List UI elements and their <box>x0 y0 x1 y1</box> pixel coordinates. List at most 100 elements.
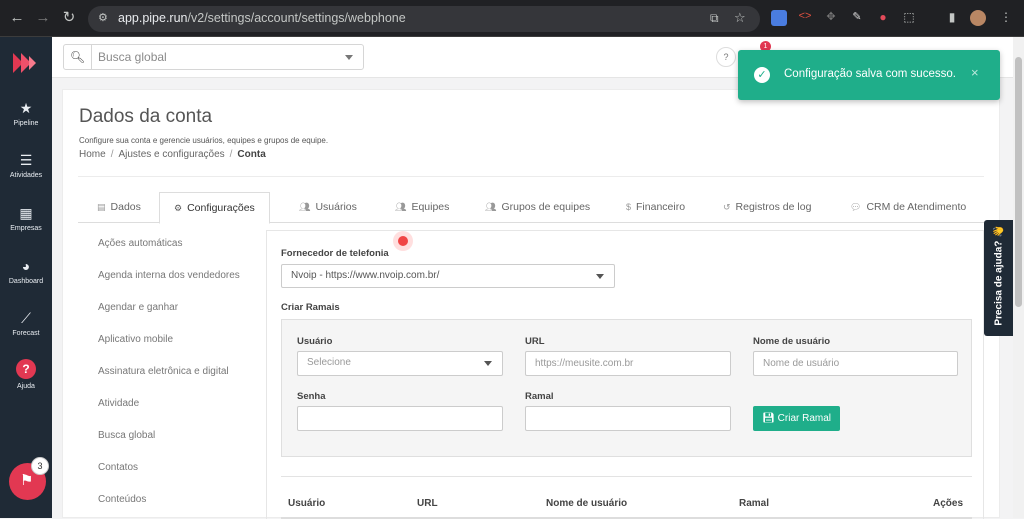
reload-icon[interactable]: ↻ <box>60 9 78 27</box>
sidebar-item-ajuda[interactable]: ? Ajuda <box>0 359 52 390</box>
sidebar-item-dashboard[interactable]: ◕ Dashboard <box>0 258 52 285</box>
menu-item[interactable]: Busca global <box>98 430 155 441</box>
help-widget-tab[interactable]: Precisa de ajuda? 👋 <box>984 220 1013 336</box>
gauge-icon: ◕ <box>21 258 31 274</box>
menu-item[interactable]: Aplicativo mobile <box>98 334 173 345</box>
scrollbar-thumb[interactable] <box>1015 57 1022 307</box>
global-search[interactable]: 🔍︎ Busca global <box>63 44 364 70</box>
create-extension-form: Usuário Selecione URL https://meusite.co… <box>281 319 972 457</box>
sidebar-item-atividades[interactable]: ☰ Atividades <box>0 152 52 179</box>
search-placeholder: Busca global <box>98 50 167 64</box>
username-input[interactable]: Nome de usuário <box>753 351 958 376</box>
site-settings-icon[interactable]: ⚙ <box>98 11 108 24</box>
code-extension-icon[interactable]: <> <box>797 10 813 26</box>
tab-dados[interactable]: ▤ Dados <box>97 192 141 223</box>
notification-extension-icon[interactable]: ● <box>875 10 891 26</box>
url-path: /v2/settings/account/settings/webphone <box>187 11 406 25</box>
address-bar[interactable]: ⚙ app.pipe.run/v2/settings/account/setti… <box>88 6 760 32</box>
chevron-down-icon <box>484 361 492 366</box>
sidebar-item-label: Empresas <box>10 225 42 232</box>
back-icon[interactable]: ← <box>8 9 26 27</box>
breadcrumb-current: Conta <box>237 149 266 160</box>
browser-toolbar: ← → ↻ ⚙ app.pipe.run/v2/settings/account… <box>0 0 1024 37</box>
create-extension-button[interactable]: 💾︎ Criar Ramal <box>753 406 840 431</box>
menu-kebab-icon[interactable]: ⋮ <box>998 10 1014 26</box>
sidebar-item-pipeline[interactable]: ★ Pipeline <box>0 100 52 127</box>
url-placeholder: https://meusite.com.br <box>535 358 634 369</box>
eyedropper-extension-icon[interactable]: ✎ <box>849 10 865 26</box>
tab-registros-de-log[interactable]: ↺ Registros de log <box>723 192 811 223</box>
sidebar-item-forecast[interactable]: ⟋ Forecast <box>0 310 52 337</box>
url-input[interactable]: https://meusite.com.br <box>525 351 731 376</box>
provider-select[interactable]: Nvoip - https://www.nvoip.com.br/ <box>281 264 615 288</box>
breadcrumb-settings[interactable]: Ajustes e configurações <box>118 149 224 160</box>
building-icon: ▦ <box>19 205 33 221</box>
pipe-assistant-button[interactable]: ⚑ 3 <box>9 457 49 500</box>
ramal-input[interactable] <box>525 406 731 431</box>
install-icon[interactable]: ⧉ <box>710 11 719 26</box>
col-ramal: Ramal <box>739 498 770 509</box>
recording-indicator <box>393 231 413 251</box>
ruler-extension-icon[interactable]: ✥ <box>823 10 839 26</box>
page-scrollbar[interactable] <box>1013 37 1024 518</box>
tab-financeiro[interactable]: $ Financeiro <box>626 192 685 223</box>
usuario-select[interactable]: Selecione <box>297 351 503 376</box>
extensions-icon[interactable]: ⬚ <box>901 10 917 26</box>
chevron-down-icon <box>345 55 353 60</box>
menu-item[interactable]: Contatos <box>98 462 138 473</box>
ramal-label: Ramal <box>525 391 554 402</box>
tab-equipes[interactable]: 👥︎ Equipes <box>395 192 449 223</box>
sidebar-item-label: Pipeline <box>13 120 39 127</box>
users-icon: 👥︎ <box>299 202 311 212</box>
team-icon: 👥︎ <box>395 202 407 212</box>
tab-usuarios[interactable]: 👥︎ Usuários <box>299 192 357 223</box>
breadcrumb: Home / Ajustes e configurações / Conta <box>79 149 266 160</box>
list-icon: ☰ <box>19 152 33 168</box>
senha-label: Senha <box>297 391 326 402</box>
page-subtitle: Configure sua conta e gerencie usuários,… <box>79 136 329 145</box>
tab-label: Dados <box>110 201 141 213</box>
provider-label: Fornecedor de telefonia <box>281 248 389 259</box>
tab-label: Configurações <box>187 202 255 214</box>
pipe-logo[interactable] <box>11 51 41 75</box>
forward-icon[interactable]: → <box>34 9 52 27</box>
search-icon: 🔍︎ <box>64 45 92 69</box>
provider-value: Nvoip - https://www.nvoip.com.br/ <box>291 270 440 281</box>
menu-item[interactable]: Conteúdos <box>98 494 146 505</box>
tab-grupos-de-equipes[interactable]: 👥︎ Grupos de equipes <box>485 192 590 223</box>
tab-label: Grupos de equipes <box>501 201 591 213</box>
usuario-label: Usuário <box>297 336 333 347</box>
tab-crm-de-atendimento[interactable]: 💬︎ CRM de Atendimento <box>850 192 966 223</box>
check-circle-icon: ✓ <box>754 67 770 83</box>
profile-avatar[interactable] <box>970 10 986 26</box>
page-title: Dados da conta <box>79 106 213 127</box>
cogs-icon: ⚙ <box>174 203 183 213</box>
chart-line-icon: ⟋ <box>21 310 31 326</box>
chevron-down-icon <box>596 274 604 279</box>
menu-item[interactable]: Ações automáticas <box>98 238 183 249</box>
menu-item[interactable]: Agenda interna dos vendedores <box>98 270 240 281</box>
sidebar-item-empresas[interactable]: ▦ Empresas <box>0 205 52 232</box>
menu-item[interactable]: Atividade <box>98 398 139 409</box>
url-host: app.pipe.run <box>118 11 188 25</box>
close-icon[interactable]: × <box>971 65 979 80</box>
side-panel-icon[interactable]: ▮ <box>944 10 960 26</box>
help-widget-label: Precisa de ajuda? 👋 <box>993 225 1005 326</box>
save-icon: 💾︎ <box>761 413 775 424</box>
webphone-panel: Fornecedor de telefonia Nvoip - https://… <box>266 230 984 519</box>
menu-item[interactable]: Assinatura eletrônica e digital <box>98 366 229 377</box>
menu-item[interactable]: Agendar e ganhar <box>98 302 178 313</box>
url-label: URL <box>525 336 545 347</box>
col-usuario: Usuário <box>288 498 326 509</box>
history-icon: ↺ <box>723 202 731 212</box>
usuario-placeholder: Selecione <box>307 357 351 368</box>
tab-configuracoes[interactable]: ⚙ Configurações <box>159 192 270 224</box>
settings-tabs: ▤ Dados ⚙ Configurações 👥︎ Usuários 👥︎ Equip… <box>78 192 984 224</box>
translate-extension-icon[interactable] <box>771 10 787 26</box>
help-button[interactable]: ? <box>716 47 736 67</box>
bookmark-star-icon[interactable]: ☆ <box>734 10 746 26</box>
breadcrumb-home[interactable]: Home <box>79 149 106 160</box>
username-placeholder: Nome de usuário <box>763 358 840 369</box>
senha-input[interactable] <box>297 406 503 431</box>
section-label: Criar Ramais <box>281 302 340 313</box>
